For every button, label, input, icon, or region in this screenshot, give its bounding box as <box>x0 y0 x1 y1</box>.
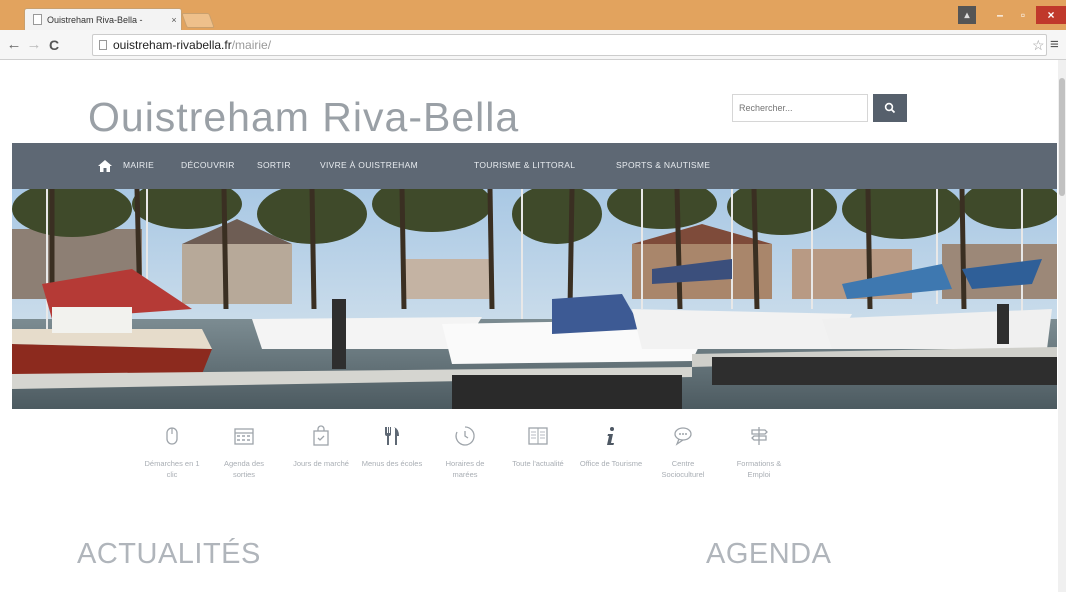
quicklink-label: Centre Socioculturel <box>661 459 705 479</box>
quicklink-actualite[interactable]: Toute l'actualité <box>506 424 570 469</box>
browser-tab[interactable]: Ouistreham Riva-Bella - × <box>24 8 182 30</box>
reload-icon[interactable]: C <box>46 37 62 53</box>
quicklink-marche[interactable]: Jours de marché <box>289 424 353 469</box>
close-window-icon[interactable]: × <box>1036 6 1066 24</box>
page-scrollbar-thumb[interactable] <box>1059 78 1065 196</box>
mouse-icon <box>166 427 178 445</box>
nav-item-vivre[interactable]: VIVRE À OUISTREHAM <box>320 160 418 170</box>
main-navigation: MAIRIE DÉCOUVRIR SORTIR VIVRE À OUISTREH… <box>12 143 1057 189</box>
chat-bubble-icon <box>674 427 692 446</box>
nav-item-sports[interactable]: SPORTS & NAUTISME <box>616 160 710 170</box>
market-bag-icon <box>313 425 329 446</box>
bookmark-star-icon[interactable]: ☆ <box>1032 37 1045 54</box>
cutlery-icon <box>385 427 399 445</box>
nav-item-mairie[interactable]: MAIRIE <box>123 160 154 170</box>
quicklink-tourisme[interactable]: Office de Tourisme <box>579 424 643 469</box>
tab-close-icon[interactable]: × <box>167 15 181 25</box>
quicklink-label: Jours de marché <box>293 459 349 468</box>
back-arrow-icon[interactable]: ← <box>6 37 22 53</box>
quicklink-label: Démarches en 1 clic <box>144 459 200 479</box>
minimize-icon[interactable]: – <box>991 6 1009 24</box>
signpost-icon <box>751 427 768 445</box>
quicklink-agenda[interactable]: Agenda des sorties <box>212 424 276 480</box>
browser-menu-icon[interactable]: ≡ <box>1050 36 1059 53</box>
address-bar[interactable]: ouistreham-rivabella.fr/mairie/ <box>92 34 1047 56</box>
nav-item-tourisme[interactable]: TOURISME & LITTORAL <box>474 160 575 170</box>
quicklink-menus[interactable]: Menus des écoles <box>360 424 424 469</box>
maximize-icon[interactable]: ▫ <box>1014 6 1032 24</box>
hero-marina-image <box>12 189 1057 409</box>
quicklink-label: Menus des écoles <box>361 459 423 468</box>
quicklink-label: Horaires de marées <box>445 459 485 479</box>
forward-arrow-icon[interactable]: → <box>26 37 42 53</box>
nav-item-decouvrir[interactable]: DÉCOUVRIR <box>181 160 235 170</box>
new-tab-button[interactable] <box>181 13 215 28</box>
agenda-section-heading: AGENDA <box>706 538 832 570</box>
quicklink-label: Toute l'actualité <box>512 459 564 468</box>
user-profile-icon[interactable]: ▴ <box>958 6 976 24</box>
quicklink-label: Formations & Emploi <box>736 459 782 479</box>
search-icon <box>884 102 896 114</box>
quicklink-demarches[interactable]: Démarches en 1 clic <box>140 424 204 480</box>
url-host: ouistreham-rivabella.fr <box>113 38 232 52</box>
search-input[interactable] <box>732 94 868 122</box>
url-path: /mairie/ <box>231 38 272 52</box>
site-title[interactable]: Ouistreham Riva-Bella <box>88 94 519 141</box>
browser-toolbar: ← → C ouistreham-rivabella.fr/mairie/ ☆ … <box>0 30 1066 60</box>
search-button[interactable] <box>873 94 907 122</box>
quicklink-label: Office de Tourisme <box>579 459 643 468</box>
quicklink-centre[interactable]: Centre Socioculturel <box>651 424 715 480</box>
nav-item-sortir[interactable]: SORTIR <box>257 160 291 170</box>
news-section-heading: ACTUALITÉS <box>77 538 261 570</box>
tab-title: Ouistreham Riva-Bella - <box>47 14 143 25</box>
page-icon <box>99 40 107 50</box>
info-icon <box>607 427 614 445</box>
quicklink-marees[interactable]: Horaires de marées <box>433 424 497 480</box>
quicklink-label: Agenda des sorties <box>223 459 265 479</box>
home-icon[interactable] <box>96 157 114 175</box>
clock-icon <box>455 426 475 446</box>
page-favicon-icon <box>33 14 42 25</box>
newspaper-icon <box>528 427 548 445</box>
quicklink-formations[interactable]: Formations & Emploi <box>727 424 791 480</box>
calendar-icon <box>234 428 254 445</box>
